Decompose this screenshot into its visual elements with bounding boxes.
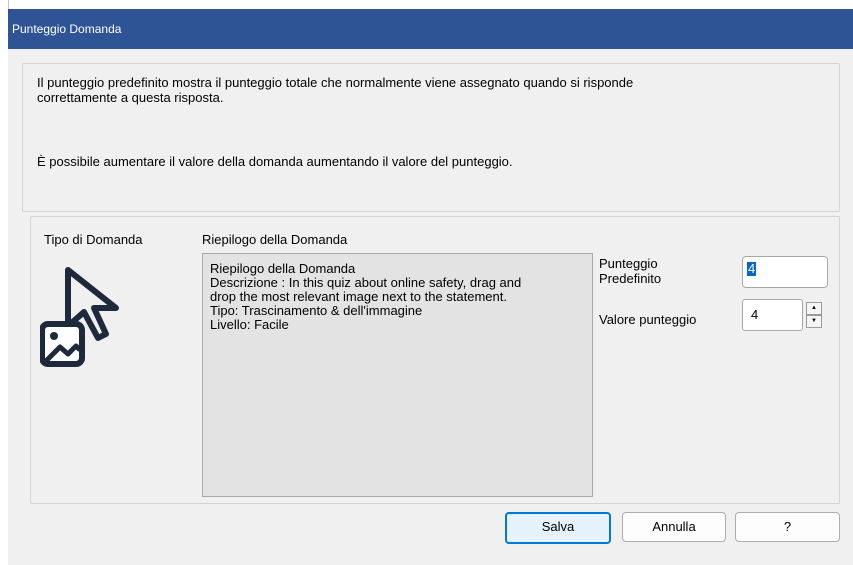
default-score-field[interactable]: 4 [742, 256, 828, 288]
summary-line-4: Tipo: Trascinamento & dell'immagine [210, 303, 423, 318]
summary-line-1: Riepilogo della Domanda [210, 261, 356, 276]
default-score-label-line-1: Punteggio [599, 256, 658, 271]
score-value: 4 [751, 307, 759, 322]
default-score-value: 4 [747, 261, 757, 276]
spin-down-button[interactable]: ▼ [806, 315, 822, 328]
summary-line-3: drop the most relevant image next to the… [210, 289, 507, 304]
score-value-field[interactable]: 4 [742, 299, 803, 331]
save-button[interactable]: Salva [505, 512, 611, 544]
question-summary-label: Riepilogo della Domanda [202, 232, 348, 247]
spin-up-button[interactable]: ▲ [806, 302, 822, 315]
question-summary-box: Riepilogo della Domanda Descrizione : In… [202, 253, 593, 497]
summary-line-5: Livello: Facile [210, 317, 289, 332]
help-button[interactable]: ? [735, 512, 840, 542]
window-title: Punteggio Domanda [12, 22, 122, 36]
title-bar[interactable]: Punteggio Domanda [8, 9, 853, 49]
cancel-button[interactable]: Annulla [622, 512, 726, 542]
info-text-line-2: correttamente a questa risposta. [37, 90, 224, 105]
question-type-label: Tipo di Domanda [44, 232, 143, 247]
score-value-label: Valore punteggio [599, 312, 697, 327]
info-text-line-3: È possibile aumentare il valore della do… [37, 154, 513, 169]
default-score-label-line-2: Predefinito [599, 271, 662, 286]
drag-drop-image-icon [40, 267, 119, 367]
info-panel: Il punteggio predefinito mostra il punte… [22, 63, 840, 212]
summary-line-2: Descrizione : In this quiz about online … [210, 275, 522, 290]
info-text-line-1: Il punteggio predefinito mostra il punte… [37, 75, 634, 90]
